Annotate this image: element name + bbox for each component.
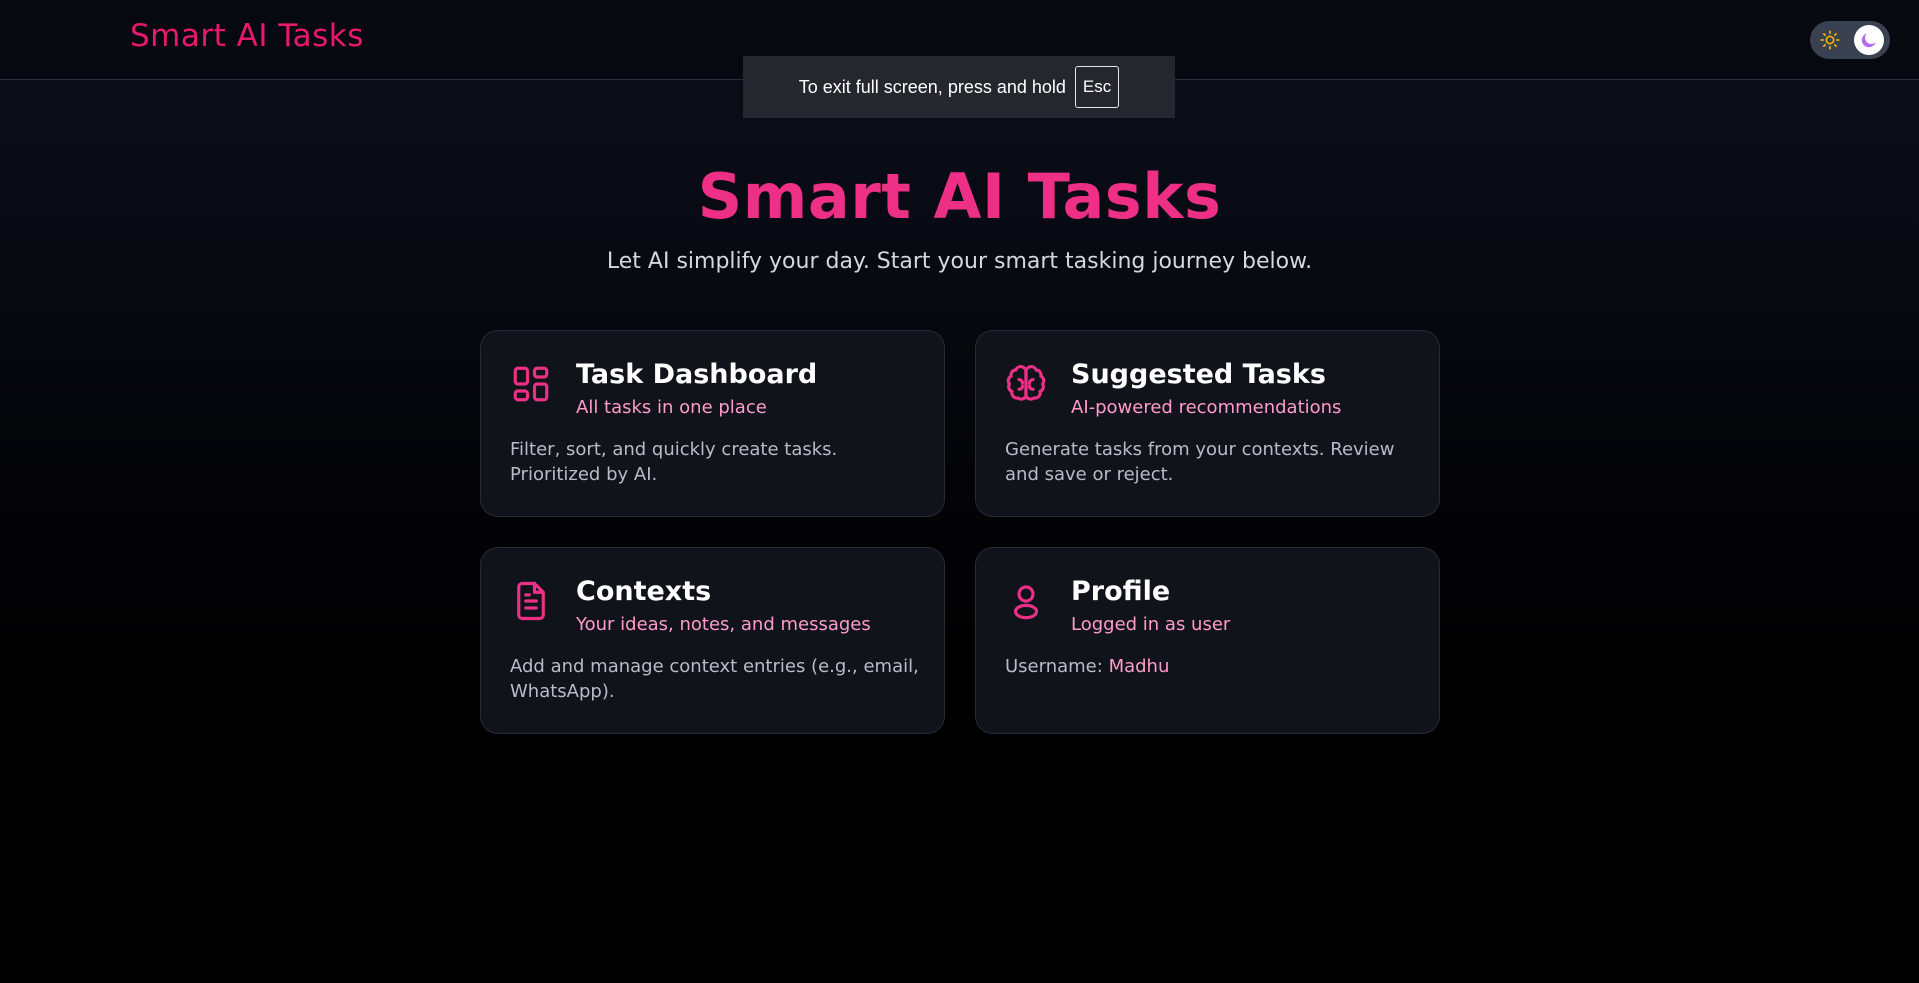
card-title: Contexts [576,576,712,607]
page: Smart AI Tasks To exit full screen, pres… [0,0,1919,983]
moon-icon [1861,33,1876,48]
suggested-tasks-card[interactable]: Suggested Tasks AI-powered recommendatio… [975,330,1440,517]
dashboard-icon [513,366,549,402]
hero-subtitle: Let AI simplify your day. Start your sma… [606,249,1313,274]
document-icon [517,581,545,621]
sun-icon [1820,30,1840,50]
task-dashboard-card[interactable]: Task Dashboard All tasks in one place Fi… [480,330,945,517]
brand-logo[interactable]: Smart AI Tasks [130,18,364,54]
username-label: Username: [1005,656,1103,677]
brain-icon [1006,365,1046,401]
card-title: Suggested Tasks [1071,359,1326,390]
user-icon [1013,585,1039,620]
card-description: Add and manage context entries (e.g., em… [510,656,919,702]
fullscreen-notice: To exit full screen, press and hold Esc [743,56,1175,118]
username-line: Username: Madhu [1005,654,1415,679]
card-subtitle: Your ideas, notes, and messages [576,614,871,635]
card-description: Generate tasks from your contexts. Revie… [1005,439,1395,485]
contexts-card[interactable]: Contexts Your ideas, notes, and messages… [480,547,945,734]
card-subtitle: Logged in as user [1071,614,1231,635]
card-description: Filter, sort, and quickly create tasks. … [510,439,838,485]
card-title: Task Dashboard [576,359,818,390]
card-subtitle: All tasks in one place [576,397,767,418]
card-subtitle: AI-powered recommendations [1071,397,1342,418]
toggle-knob [1854,25,1884,55]
hero-title: Smart AI Tasks [697,160,1222,233]
esc-key-badge: Esc [1074,66,1120,108]
username-value: Madhu [1108,656,1170,677]
fullscreen-notice-text: To exit full screen, press and hold [798,76,1066,97]
card-title: Profile [1071,576,1171,607]
theme-toggle[interactable] [1810,21,1890,59]
profile-card[interactable]: Profile Logged in as user Username: Madh… [975,547,1440,734]
